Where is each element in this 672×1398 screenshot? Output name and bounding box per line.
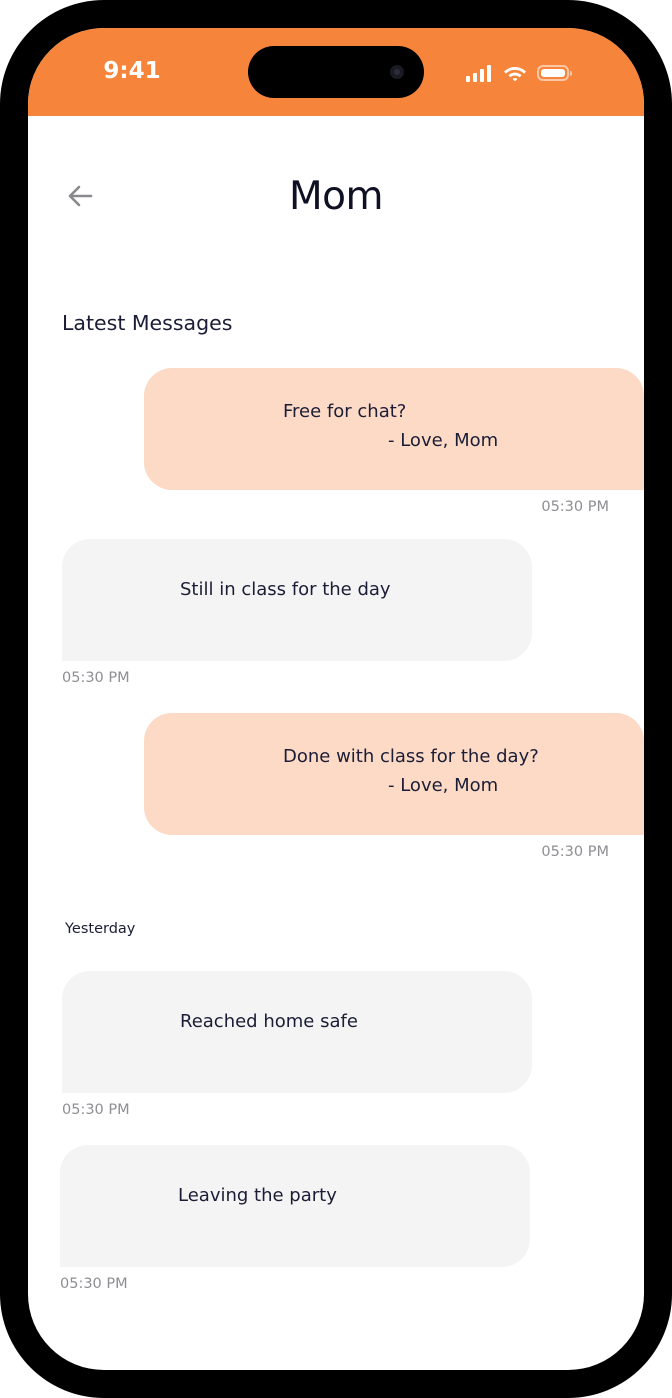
message-time: 05:30 PM — [541, 499, 609, 515]
message-signature: - Love, Mom — [388, 775, 499, 796]
message-time: 05:30 PM — [62, 1102, 130, 1118]
status-bar: 9:41 — [28, 28, 644, 116]
phone-frame: 9:41 Mom Latest Messages Free for chat? … — [0, 0, 672, 1398]
message-text: Leaving the party — [178, 1185, 337, 1206]
message-signature: - Love, Mom — [388, 430, 499, 451]
message-bubble-sent[interactable]: Done with class for the day? - Love, Mom — [144, 713, 644, 835]
page-title: Mom — [288, 174, 384, 219]
message-text: Reached home safe — [180, 1011, 358, 1032]
dynamic-island — [248, 46, 424, 98]
message-bubble-received[interactable]: Reached home safe — [62, 971, 532, 1093]
message-bubble-received[interactable]: Leaving the party — [60, 1145, 530, 1267]
message-bubble-sent[interactable]: Free for chat? - Love, Mom — [144, 368, 644, 490]
message-time: 05:30 PM — [60, 1276, 128, 1292]
section-title: Latest Messages — [62, 311, 233, 335]
message-text: Done with class for the day? — [283, 746, 539, 767]
battery-icon — [537, 65, 572, 81]
status-icons — [466, 62, 572, 84]
camera-icon — [390, 65, 404, 79]
wifi-icon — [504, 67, 526, 82]
status-time: 9:41 — [103, 58, 161, 84]
message-text: Free for chat? — [283, 401, 407, 422]
screen: 9:41 Mom Latest Messages Free for chat? … — [28, 28, 644, 1370]
message-text: Still in class for the day — [180, 579, 391, 600]
signal-icon — [466, 64, 491, 82]
message-time: 05:30 PM — [62, 670, 130, 686]
message-time: 05:30 PM — [541, 844, 609, 860]
message-bubble-received[interactable]: Still in class for the day — [62, 539, 532, 661]
day-label: Yesterday — [65, 921, 136, 937]
